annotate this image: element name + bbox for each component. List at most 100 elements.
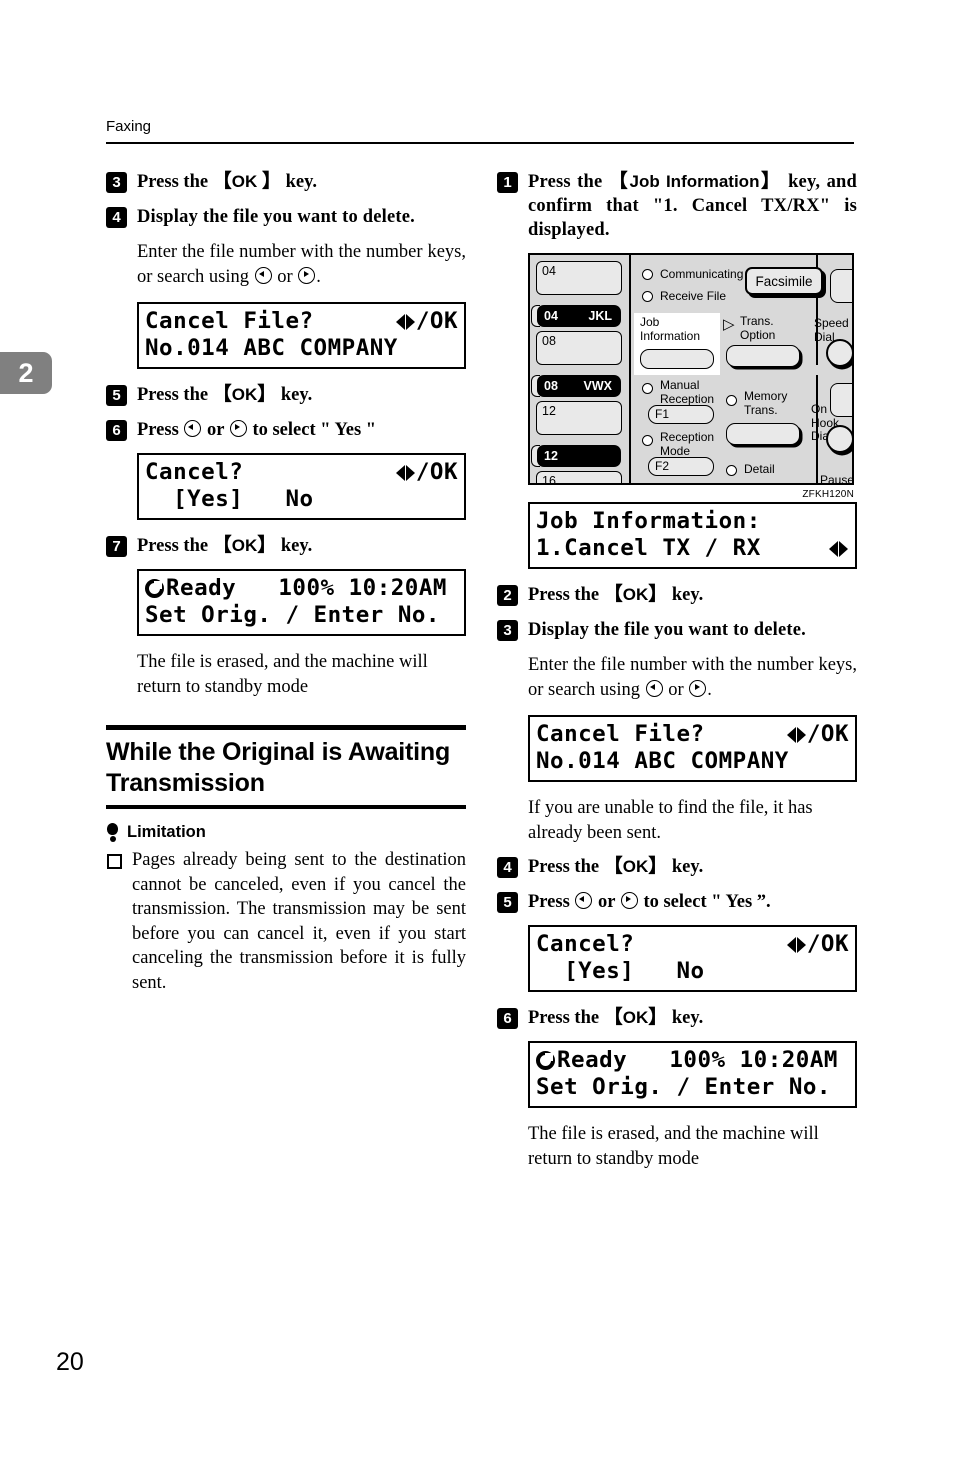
bracket-close: 】 xyxy=(648,584,668,605)
lcd-text: 1.Cancel TX / RX xyxy=(536,535,761,561)
right-arrow-icon xyxy=(229,420,247,437)
step-text: Press the 【Job Information】 key, and con… xyxy=(528,170,857,242)
lcd-text: Cancel File? xyxy=(145,308,314,334)
step-number: 3 xyxy=(497,620,518,641)
clipped-key-top[interactable] xyxy=(830,269,852,303)
lcd-line-2: [Yes] No xyxy=(536,958,705,984)
lcd-text: Cancel? xyxy=(145,459,244,485)
section-rule-top xyxy=(106,725,466,730)
speed-dial-key[interactable]: 12 xyxy=(537,445,621,467)
control-panel-figure: 04 04 JKL 08 08 VWX 12 12 16 Communicating… xyxy=(528,253,854,500)
step-text-before: Press xyxy=(137,420,184,440)
memory-trans-button[interactable] xyxy=(726,423,800,445)
step-6: 6 Press the 【OK】 key. xyxy=(497,1006,857,1030)
step-number: 6 xyxy=(497,1008,518,1029)
speed-dial-key-number: 12 xyxy=(544,449,558,463)
closing-paragraph: The file is erased, and the machine will… xyxy=(137,652,428,697)
lcd-ok-text: /OK xyxy=(806,931,849,957)
lcd-cancel-file: Cancel File? /OK No.014 ABC COMPANY xyxy=(528,715,857,782)
speed-dial-key-letters: VWX xyxy=(583,379,612,393)
bracket-close: 】 xyxy=(257,384,277,405)
speed-dial-button[interactable] xyxy=(826,339,852,367)
bracket-close: 】 xyxy=(759,171,782,192)
trans-option-button[interactable] xyxy=(726,345,800,367)
step-number: 5 xyxy=(497,892,518,913)
key-label: OK xyxy=(231,536,258,555)
speed-dial-plate[interactable]: 08 xyxy=(536,331,622,365)
left-right-arrows-icon xyxy=(829,540,848,557)
lcd-line-2: Set Orig. / Enter No. xyxy=(145,602,440,628)
step-text-after: key. xyxy=(276,385,313,405)
led-receive-file-icon xyxy=(642,291,653,302)
step-text-after: key. xyxy=(280,172,317,192)
step-text: Press or to select " Yes ”. xyxy=(528,890,857,914)
lcd-arrows-ok: /OK xyxy=(395,459,458,486)
speed-dial-plate[interactable]: 12 xyxy=(536,401,622,435)
bracket-open: 【 xyxy=(608,171,630,192)
section-block: While the Original is Awaiting Transmiss… xyxy=(106,725,466,809)
lcd-ok-text: /OK xyxy=(415,308,458,334)
left-arrow-icon xyxy=(184,420,202,437)
limitation-text: Pages already being sent to the destinat… xyxy=(132,850,466,993)
lcd-line-1: Cancel? /OK xyxy=(145,459,458,486)
step-5: 5 Press the 【OK】 key. xyxy=(106,383,466,407)
f2-button[interactable]: F2 xyxy=(648,457,714,476)
step-4-description: Enter the file number with the number ke… xyxy=(137,242,466,287)
speed-dial-plate[interactable]: 04 xyxy=(536,261,622,295)
description-tail: . xyxy=(707,679,712,700)
led-reception-mode-icon xyxy=(642,435,653,446)
left-right-arrows-icon xyxy=(786,936,806,953)
lcd-line-1: Ready 100% 10:20AM xyxy=(145,575,458,602)
lcd-ready: Ready 100% 10:20AM Set Orig. / Enter No. xyxy=(528,1041,857,1108)
speed-dial-plate[interactable]: 16 xyxy=(536,471,622,483)
lcd-arrows-ok: /OK xyxy=(786,721,849,748)
bracket-open: 【 xyxy=(603,1007,623,1028)
step-text-before: Press the xyxy=(528,1008,604,1028)
led-manual-reception-icon xyxy=(642,383,653,394)
step-number: 4 xyxy=(497,857,518,878)
lcd-cancel-confirm: Cancel? /OK [Yes] No xyxy=(528,925,857,992)
key-label: OK xyxy=(622,857,649,876)
lcd-line-2: No.014 ABC COMPANY xyxy=(145,335,398,361)
lcd-job-information: Job Information: 1.Cancel TX / RX xyxy=(528,502,857,569)
speed-dial-key[interactable]: 08 VWX xyxy=(537,375,621,397)
speed-dial-key[interactable]: 04 JKL xyxy=(537,305,621,327)
step-number: 3 xyxy=(106,172,127,193)
running-head: Faxing xyxy=(106,118,152,135)
step-number: 7 xyxy=(106,536,127,557)
job-information-button[interactable] xyxy=(640,349,714,369)
led-detail-icon xyxy=(726,465,737,476)
control-panel-illustration: 04 04 JKL 08 08 VWX 12 12 16 Communicating… xyxy=(528,253,854,485)
step-text-after: key. xyxy=(276,536,313,556)
lcd-line-1: Ready 100% 10:20AM xyxy=(536,1047,849,1074)
step-2: 2 Press the 【OK】 key. xyxy=(497,583,857,607)
step-text-before: Press the xyxy=(137,385,213,405)
job-information-label: Job Information xyxy=(640,315,701,343)
triangle-marker-icon: ▷ xyxy=(723,316,735,333)
step-text: Press the 【OK】 key. xyxy=(137,383,466,407)
led-label-receive-file: Receive File xyxy=(660,289,727,303)
document-page: Faxing 2 3 Press the 【OK 】 key. 4 Displa… xyxy=(0,0,954,1475)
square-bullet-icon xyxy=(107,854,122,869)
step-text-mid: or xyxy=(593,892,620,912)
lcd-arrows-ok: /OK xyxy=(395,308,458,335)
lcd-ok-text: /OK xyxy=(415,459,458,485)
led-memory-trans-icon xyxy=(726,395,737,406)
clock-icon xyxy=(536,1051,555,1070)
facsimile-button[interactable]: Facsimile xyxy=(745,267,823,295)
on-hook-dial-button[interactable] xyxy=(826,425,852,453)
section-rule-bottom xyxy=(106,805,466,809)
left-arrow-icon xyxy=(645,679,663,697)
description-tail: . xyxy=(316,266,321,287)
step-number: 1 xyxy=(497,172,518,193)
step-5: 5 Press or to select " Yes ”. xyxy=(497,890,857,914)
f1-button[interactable]: F1 xyxy=(648,405,714,424)
step-text-before: Press xyxy=(528,892,575,912)
step-text-before: Press the xyxy=(528,857,604,877)
speed-dial-key-number: 08 xyxy=(544,379,558,393)
key-label: OK xyxy=(622,585,649,604)
step-text: Press the 【OK】 key. xyxy=(528,855,857,879)
clipped-key-bottom[interactable] xyxy=(830,383,852,417)
step-3: 3 Press the 【OK 】 key. xyxy=(106,170,466,194)
step-text: Press or to select " Yes " xyxy=(137,418,466,442)
